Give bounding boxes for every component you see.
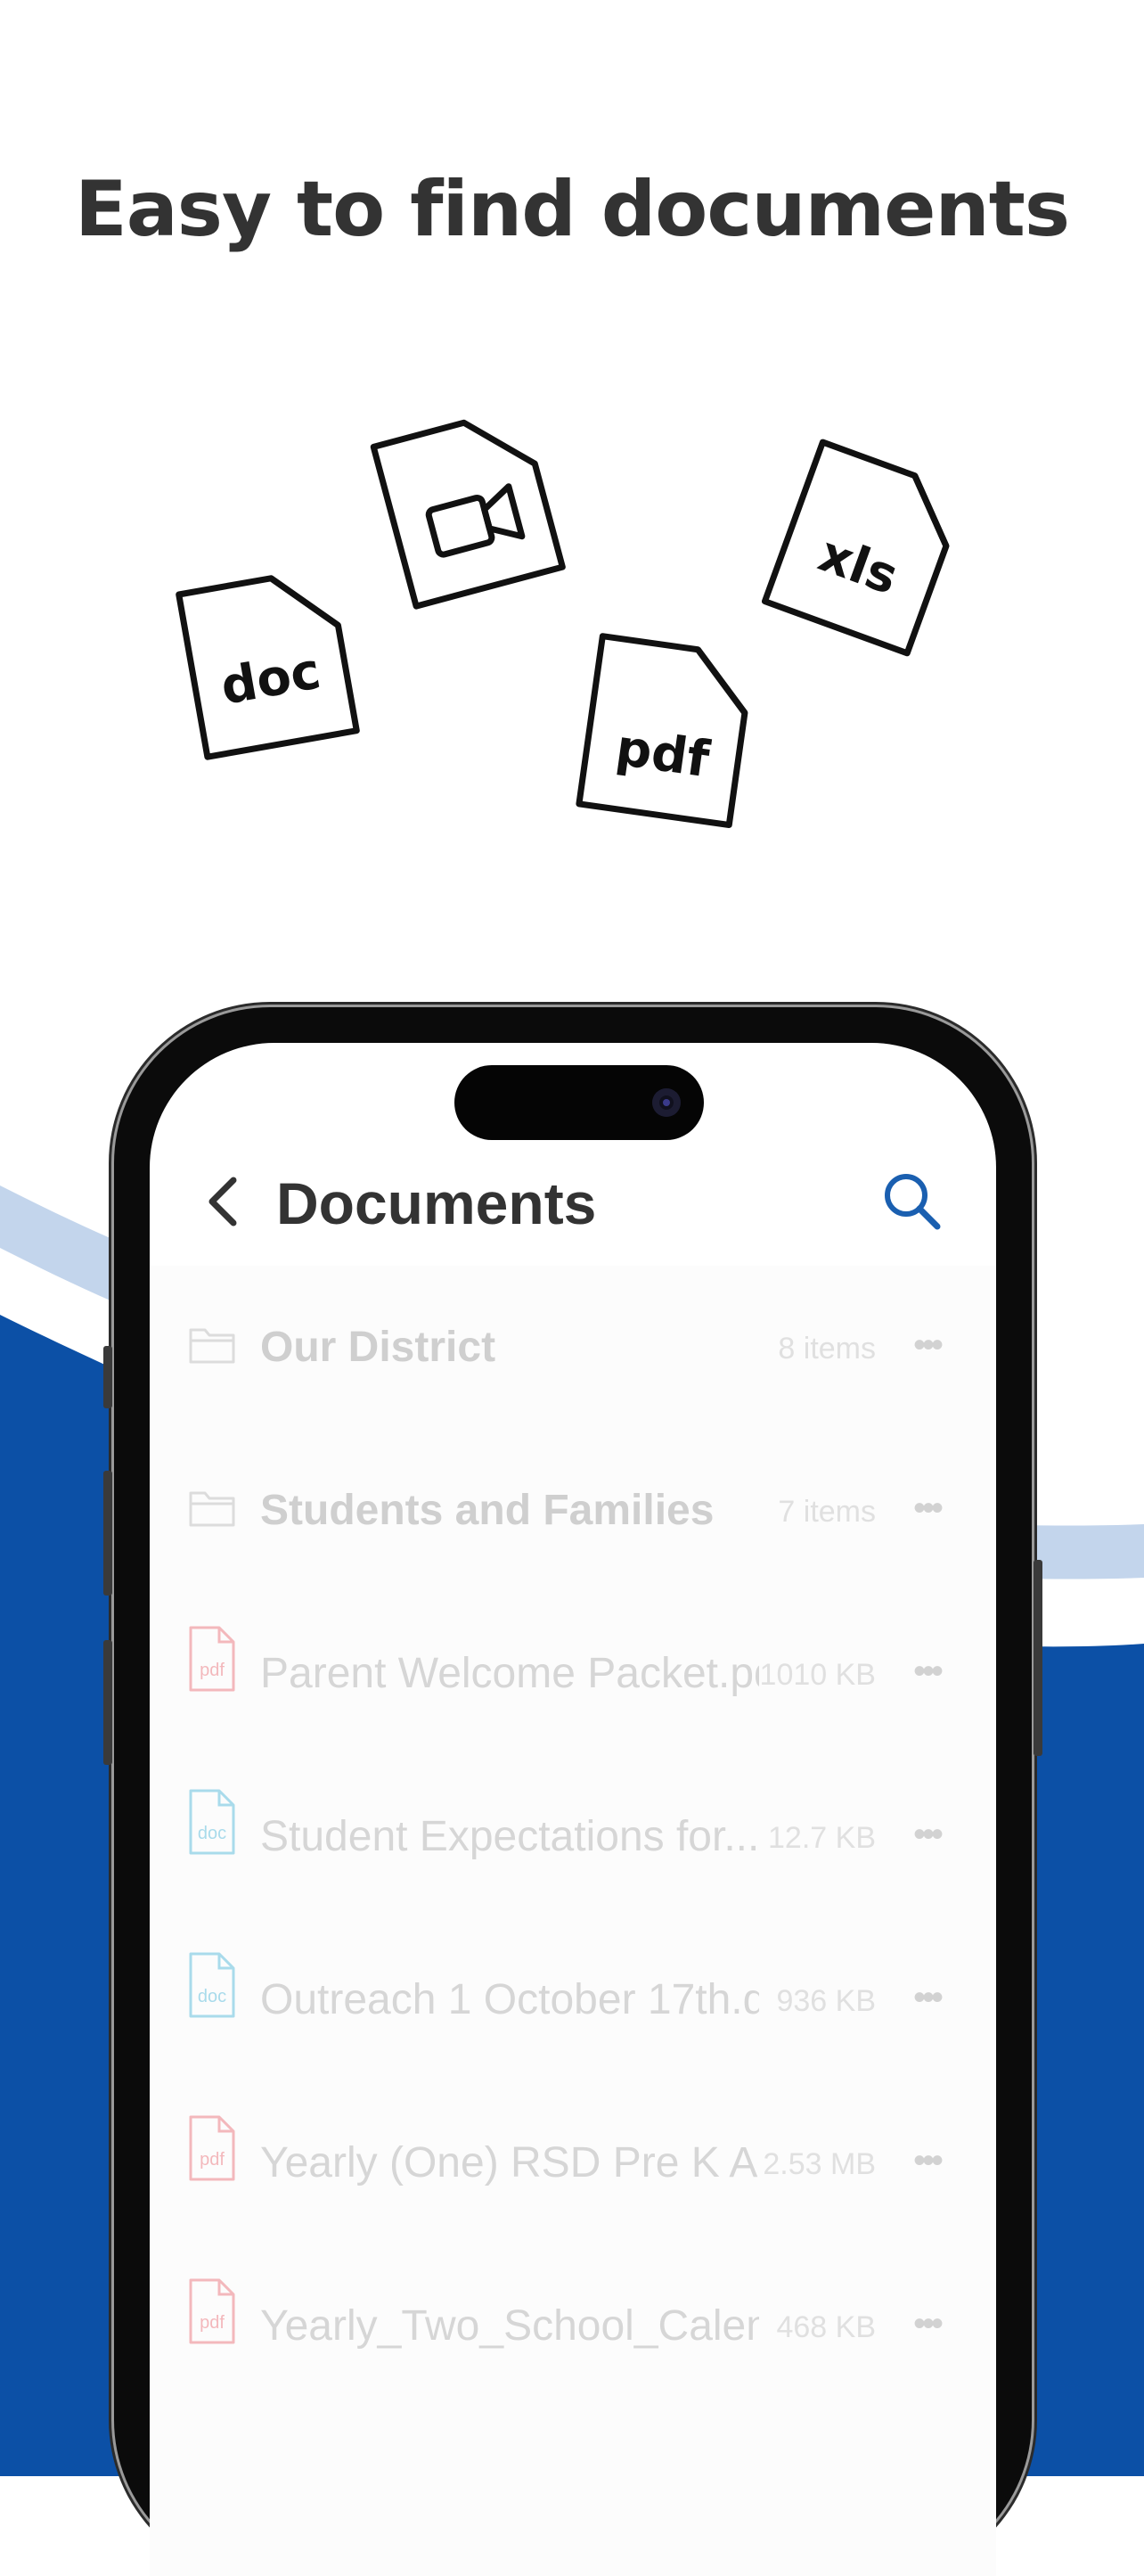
phone-volume-down bbox=[103, 1640, 112, 1765]
more-options-icon[interactable]: ••• bbox=[900, 1975, 953, 2020]
list-item[interactable]: Our District 8 items ••• bbox=[150, 1266, 996, 1429]
doc-file-icon: doc bbox=[187, 1950, 237, 2024]
list-item[interactable]: pdf Parent Welcome Packet.pdf 1010 KB ••• bbox=[150, 1592, 996, 1755]
folder-icon bbox=[187, 1481, 237, 1538]
list-item[interactable]: doc Outreach 1 October 17th.doc 936 KB ••• bbox=[150, 1918, 996, 2081]
back-button[interactable] bbox=[196, 1166, 249, 1237]
more-options-icon[interactable]: ••• bbox=[900, 2138, 953, 2183]
documents-list: Our District 8 items ••• Students and Famil… bbox=[150, 1266, 996, 2576]
list-item[interactable]: doc Student Expectations for... 12.7 KB ••• bbox=[150, 1755, 996, 1918]
item-name: Outreach 1 October 17th.doc bbox=[260, 1976, 759, 2023]
more-options-icon[interactable]: ••• bbox=[900, 1486, 953, 1530]
search-icon bbox=[885, 1174, 941, 1230]
app-screen: Documents Our District 8 items ••• Students… bbox=[150, 1043, 996, 2576]
svg-text:pdf: pdf bbox=[200, 2150, 225, 2170]
item-meta: 8 items bbox=[778, 1332, 876, 1366]
more-options-icon[interactable]: ••• bbox=[900, 1323, 953, 1367]
list-item[interactable]: Students and Families 7 items ••• bbox=[150, 1429, 996, 1592]
phone-silent-switch bbox=[103, 1346, 112, 1408]
item-name: Student Expectations for... bbox=[260, 1813, 759, 1860]
doc-file-icon: doc bbox=[187, 1787, 237, 1861]
item-name: Yearly (One) RSD Pre K Appl... bbox=[260, 2139, 759, 2186]
pdf-file-icon: pdf bbox=[187, 2277, 237, 2350]
pdf-file-icon: pdf bbox=[187, 1624, 237, 1698]
svg-text:pdf: pdf bbox=[200, 1661, 225, 1680]
phone-power-button bbox=[1034, 1560, 1042, 1756]
more-options-icon[interactable]: ••• bbox=[900, 1812, 953, 1857]
page-title: Documents bbox=[276, 1170, 597, 1236]
doc-file-icon: doc bbox=[176, 575, 360, 760]
more-options-icon[interactable]: ••• bbox=[900, 2301, 953, 2346]
more-options-icon[interactable]: ••• bbox=[900, 1649, 953, 1694]
list-item[interactable]: pdf Yearly (One) RSD Pre K Appl...2.53 MB… bbox=[150, 2081, 996, 2244]
pdf-file-icon: pdf bbox=[576, 633, 748, 829]
item-meta: 2.53 MB bbox=[763, 2147, 876, 2181]
folder-icon bbox=[187, 1317, 237, 1375]
phone-volume-up bbox=[103, 1471, 112, 1596]
item-meta: 12.7 KB bbox=[768, 1821, 876, 1855]
phone-mockup: Documents Our District 8 items ••• Students… bbox=[103, 1007, 1042, 2576]
item-name: Yearly_Two_School_Calenda... bbox=[260, 2302, 759, 2350]
chevron-left-icon bbox=[208, 1177, 237, 1226]
dynamic-island bbox=[454, 1065, 704, 1140]
item-meta: 7 items bbox=[778, 1495, 876, 1529]
svg-text:pdf: pdf bbox=[200, 2313, 225, 2333]
item-name: Our District bbox=[260, 1324, 496, 1371]
front-camera bbox=[652, 1088, 681, 1117]
pdf-file-icon: pdf bbox=[187, 2113, 237, 2187]
item-meta: 468 KB bbox=[776, 2310, 876, 2344]
xls-file-icon: xls bbox=[762, 439, 950, 657]
svg-text:doc: doc bbox=[198, 1987, 226, 2006]
item-meta: 936 KB bbox=[776, 1984, 876, 2018]
item-name: Parent Welcome Packet.pdf bbox=[260, 1650, 759, 1697]
item-meta: 1010 KB bbox=[759, 1658, 876, 1692]
list-item[interactable]: pdf Yearly_Two_School_Calenda... 468 KB ••• bbox=[150, 2244, 996, 2408]
page-headline: Easy to find documents bbox=[74, 165, 1070, 254]
search-button[interactable] bbox=[877, 1166, 948, 1237]
item-name: Students and Families bbox=[260, 1487, 715, 1534]
svg-text:doc: doc bbox=[198, 1824, 226, 1843]
video-file-icon bbox=[370, 419, 566, 610]
